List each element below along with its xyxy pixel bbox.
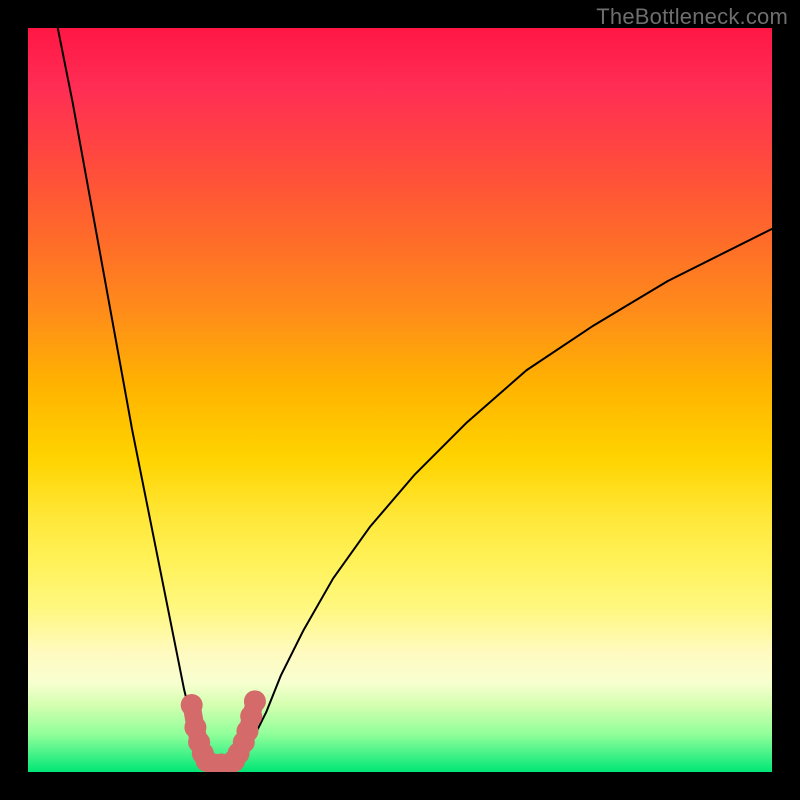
chart-svg [28, 28, 772, 772]
series-bottleneck-bottom [181, 690, 266, 772]
series-right-branch [244, 229, 772, 757]
watermark-text: TheBottleneck.com [596, 4, 788, 30]
plot-area [28, 28, 772, 772]
series-group [58, 28, 772, 772]
chart-frame: TheBottleneck.com [0, 0, 800, 800]
series-left-branch [58, 28, 203, 757]
